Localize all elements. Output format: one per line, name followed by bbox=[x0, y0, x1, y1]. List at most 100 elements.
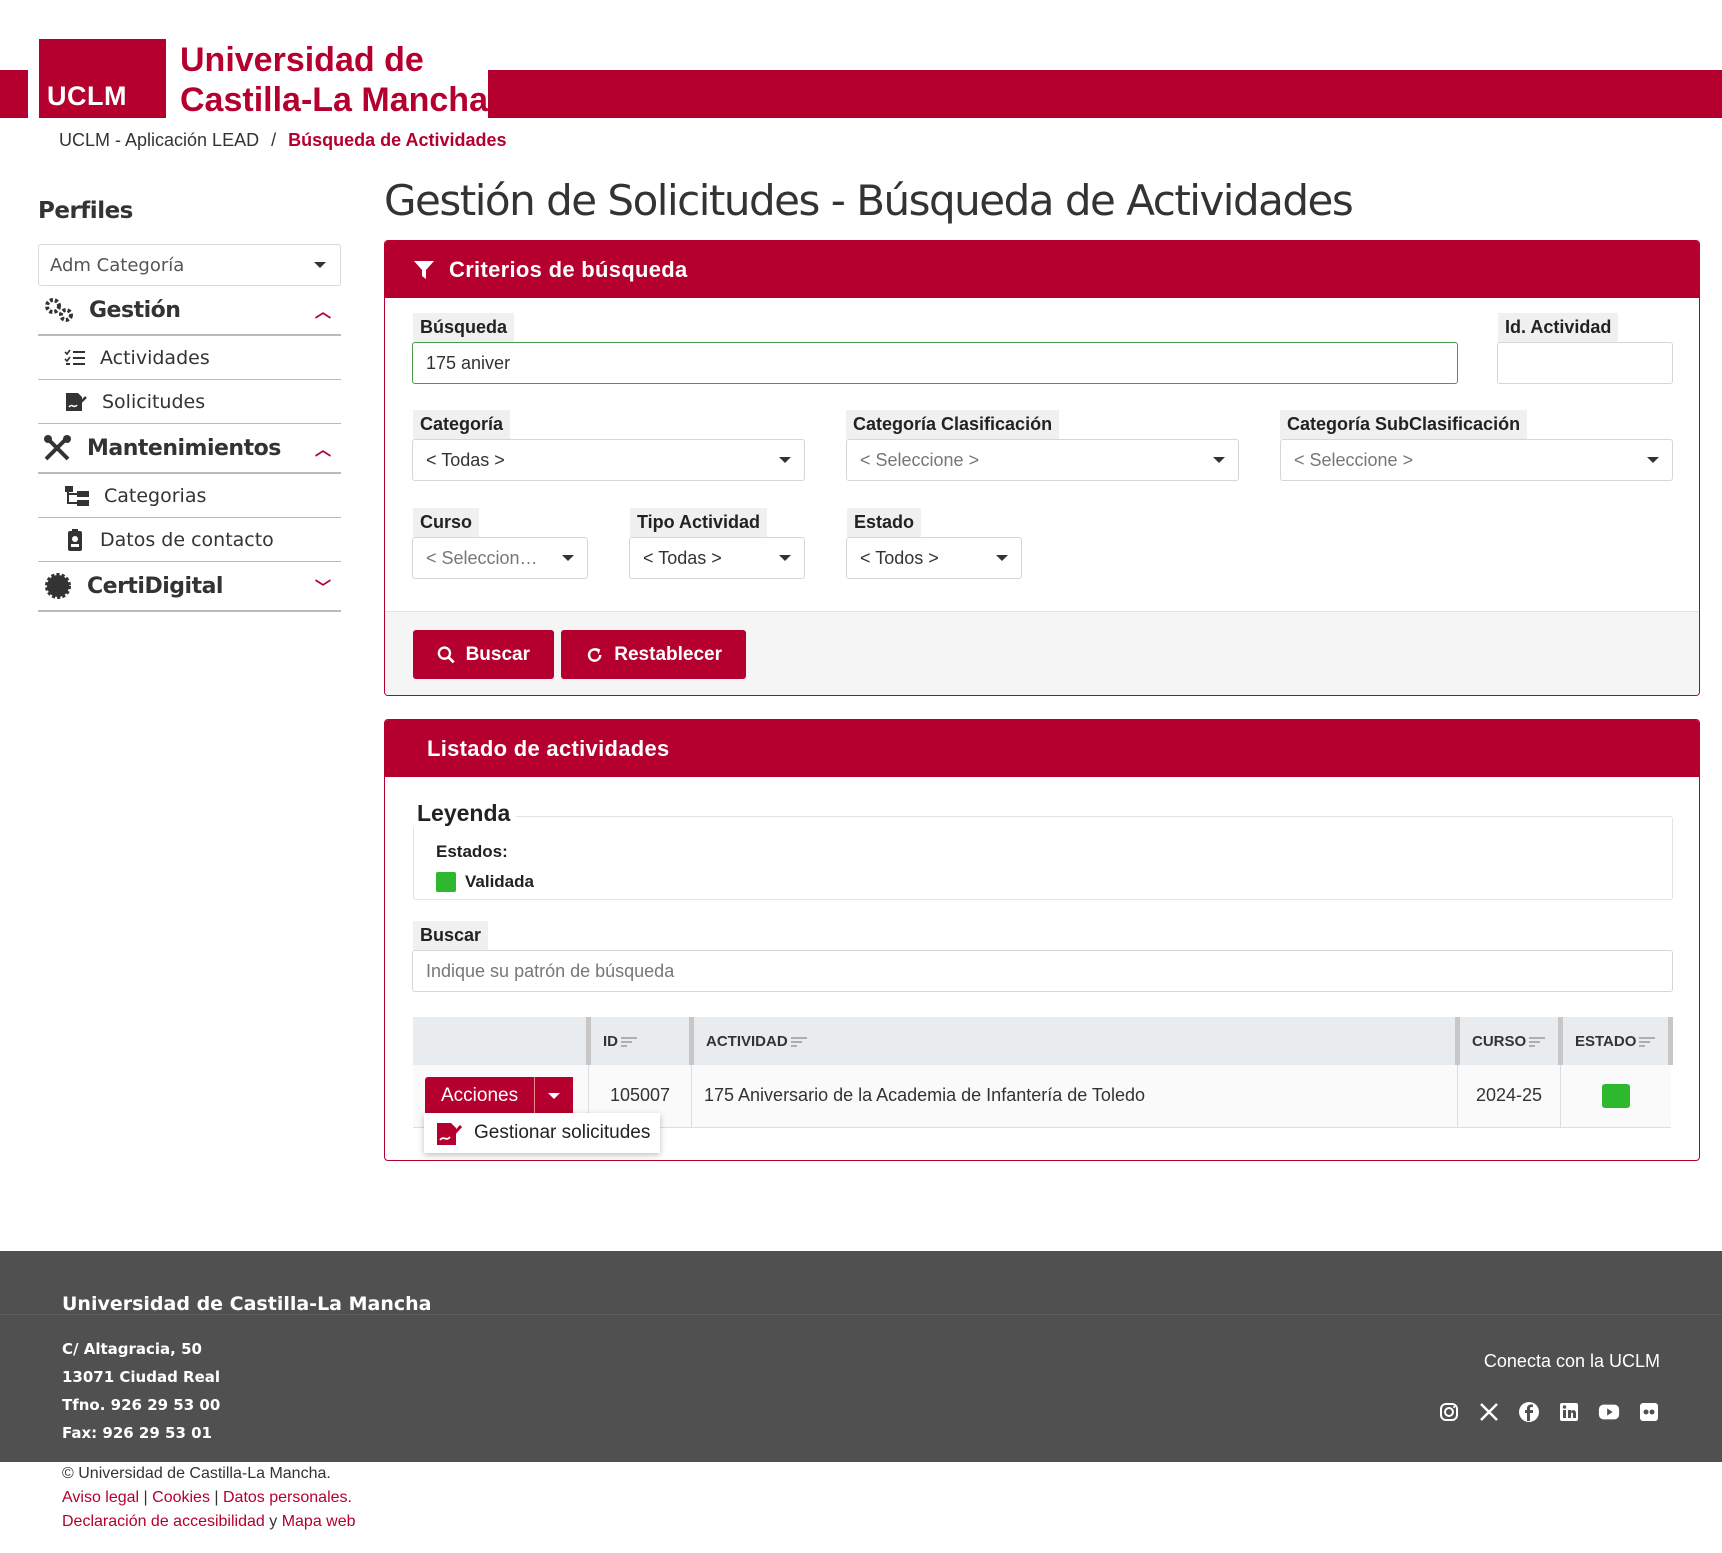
signature-icon bbox=[437, 1123, 463, 1145]
column-header-curso[interactable]: CURSO bbox=[1455, 1017, 1561, 1065]
buscar-button[interactable]: Buscar bbox=[413, 630, 554, 679]
breadcrumb-home[interactable]: UCLM - Aplicación LEAD bbox=[59, 130, 259, 151]
footer-address-line: 13071 Ciudad Real bbox=[62, 1368, 221, 1386]
copyright: © Universidad de Castilla-La Mancha. bbox=[62, 1465, 331, 1482]
curso-value: < Seleccion… bbox=[426, 547, 538, 568]
busqueda-label: Búsqueda bbox=[413, 313, 515, 342]
id-actividad-input[interactable] bbox=[1497, 342, 1673, 384]
categoria-select[interactable]: < Todas > bbox=[412, 439, 805, 481]
tipo-actividad-label: Tipo Actividad bbox=[630, 508, 768, 537]
categoria-clasificacion-select[interactable]: < Seleccione > bbox=[846, 439, 1239, 481]
legend-item-label: Validada bbox=[465, 872, 534, 891]
uclm-logo[interactable]: UCLM bbox=[39, 39, 166, 118]
breadcrumb: UCLM - Aplicación LEAD / Búsqueda de Act… bbox=[59, 130, 506, 151]
sidebar-item-categorias[interactable]: Categorias bbox=[38, 474, 341, 518]
sidebar-item-label: Solicitudes bbox=[102, 390, 206, 413]
table-header-row: ID ACTIVIDAD CURSO ESTADO bbox=[413, 1017, 1673, 1065]
categoria-subclasificacion-value: < Seleccione > bbox=[1294, 449, 1414, 470]
column-header-id[interactable]: ID bbox=[586, 1017, 692, 1065]
facebook-icon[interactable] bbox=[1518, 1401, 1540, 1423]
sidebar-group-label: Gestión bbox=[89, 297, 181, 323]
column-header-label: ESTADO bbox=[1575, 1032, 1637, 1050]
university-name[interactable]: Universidad de Castilla-La Mancha bbox=[180, 40, 488, 120]
sidebar-group-gestion[interactable]: Gestión ︿ bbox=[38, 286, 341, 336]
sidebar-group-label: CertiDigital bbox=[87, 573, 223, 599]
tree-icon bbox=[65, 485, 89, 506]
sidebar-title: Perfiles bbox=[38, 198, 133, 224]
accessibility-links: Declaración de accesibilidad y Mapa web bbox=[62, 1510, 356, 1534]
youtube-icon[interactable] bbox=[1598, 1401, 1620, 1423]
sidebar-item-label: Categorias bbox=[104, 484, 207, 507]
categoria-subclasificacion-select[interactable]: < Seleccione > bbox=[1280, 439, 1673, 481]
curso-select[interactable]: < Seleccion… bbox=[412, 537, 588, 579]
instagram-icon[interactable] bbox=[1438, 1401, 1460, 1423]
badge-icon bbox=[68, 528, 82, 551]
certificate-icon bbox=[45, 573, 71, 599]
dropdown-item-label: Gestionar solicitudes bbox=[474, 1122, 651, 1143]
sidebar-group-certidigital[interactable]: CertiDigital ﹀ bbox=[38, 562, 341, 612]
buscar-button-label: Buscar bbox=[465, 643, 530, 665]
dropdown-item-gestionar-solicitudes[interactable]: Gestionar solicitudes bbox=[424, 1113, 660, 1153]
sort-icon bbox=[621, 1036, 637, 1047]
estado-value: < Todos > bbox=[860, 547, 939, 568]
categoria-clasificacion-value: < Seleccione > bbox=[860, 449, 980, 470]
linkedin-icon[interactable] bbox=[1558, 1401, 1580, 1423]
sort-icon bbox=[1639, 1036, 1656, 1047]
profile-select[interactable]: Adm Categoría bbox=[38, 244, 341, 286]
mapa-web-link[interactable]: Mapa web bbox=[282, 1513, 356, 1530]
busqueda-input[interactable]: 175 aniver bbox=[412, 342, 1458, 384]
aviso-legal-link[interactable]: Aviso legal bbox=[62, 1489, 139, 1506]
sidebar: Perfiles Adm Categoría Gestión ︿ Activid… bbox=[38, 198, 341, 612]
status-indicator bbox=[1601, 1083, 1630, 1108]
cookies-link[interactable]: Cookies bbox=[152, 1489, 210, 1506]
breadcrumb-separator: / bbox=[271, 130, 277, 150]
tipo-actividad-select[interactable]: < Todas > bbox=[629, 537, 805, 579]
curso-label: Curso bbox=[413, 508, 480, 537]
flickr-icon[interactable] bbox=[1638, 1401, 1660, 1423]
estados-label: Estados: bbox=[436, 842, 508, 861]
sidebar-group-mantenimientos[interactable]: Mantenimientos ︿ bbox=[38, 424, 341, 474]
buscar-label: Buscar bbox=[413, 921, 489, 950]
gears-icon bbox=[45, 298, 73, 322]
social-links bbox=[1438, 1401, 1660, 1423]
caret-down-icon bbox=[562, 555, 574, 561]
search-criteria-title: Criterios de búsqueda bbox=[449, 256, 688, 282]
chevron-up-icon: ︿ bbox=[314, 440, 331, 459]
sidebar-item-solicitudes[interactable]: Solicitudes bbox=[38, 380, 341, 424]
datos-personales-link[interactable]: Datos personales. bbox=[223, 1489, 352, 1506]
legend-item-validada: Validada bbox=[436, 872, 534, 892]
categoria-label: Categoría bbox=[413, 410, 511, 439]
acciones-split-button: Acciones bbox=[425, 1076, 576, 1115]
column-header-label: CURSO bbox=[1472, 1032, 1527, 1050]
estado-label: Estado bbox=[847, 508, 922, 537]
sidebar-item-actividades[interactable]: Actividades bbox=[38, 336, 341, 380]
footer-phone: Tfno. 926 29 53 00 bbox=[62, 1396, 221, 1414]
acciones-button[interactable]: Acciones bbox=[425, 1076, 536, 1115]
sidebar-item-datos-contacto[interactable]: Datos de contacto bbox=[38, 518, 341, 562]
column-header-estado[interactable]: ESTADO bbox=[1558, 1017, 1673, 1065]
caret-down-icon bbox=[1647, 457, 1659, 463]
sidebar-item-label: Datos de contacto bbox=[100, 528, 274, 551]
table-search-input[interactable]: Indique su patrón de búsqueda bbox=[412, 950, 1673, 992]
sort-icon bbox=[1529, 1036, 1546, 1047]
x-icon[interactable] bbox=[1478, 1401, 1500, 1423]
search-criteria-header[interactable]: Criterios de búsqueda bbox=[385, 241, 1699, 298]
restablecer-button-label: Restablecer bbox=[614, 643, 722, 665]
university-name-line2: Castilla-La Mancha bbox=[180, 81, 488, 119]
conjunction-text: y bbox=[269, 1513, 278, 1530]
estado-select[interactable]: < Todos > bbox=[846, 537, 1022, 579]
legend-title: Leyenda bbox=[411, 800, 517, 827]
search-icon bbox=[437, 645, 455, 663]
acciones-dropdown-toggle[interactable] bbox=[535, 1076, 574, 1115]
column-header-actividad[interactable]: ACTIVIDAD bbox=[689, 1017, 1458, 1065]
column-header-actions bbox=[413, 1017, 589, 1065]
caret-down-icon bbox=[779, 457, 791, 463]
caret-down-icon bbox=[996, 555, 1008, 561]
footer-address-line: C/ Altagracia, 50 bbox=[62, 1340, 202, 1358]
restablecer-button[interactable]: Restablecer bbox=[561, 630, 746, 679]
footer-address: C/ Altagracia, 50 13071 Ciudad Real Tfno… bbox=[62, 1335, 220, 1447]
categoria-value: < Todas > bbox=[426, 449, 505, 470]
page-title: Gestión de Solicitudes - Búsqueda de Act… bbox=[384, 176, 1354, 225]
accesibilidad-link[interactable]: Declaración de accesibilidad bbox=[62, 1513, 265, 1530]
sort-icon bbox=[790, 1036, 807, 1047]
